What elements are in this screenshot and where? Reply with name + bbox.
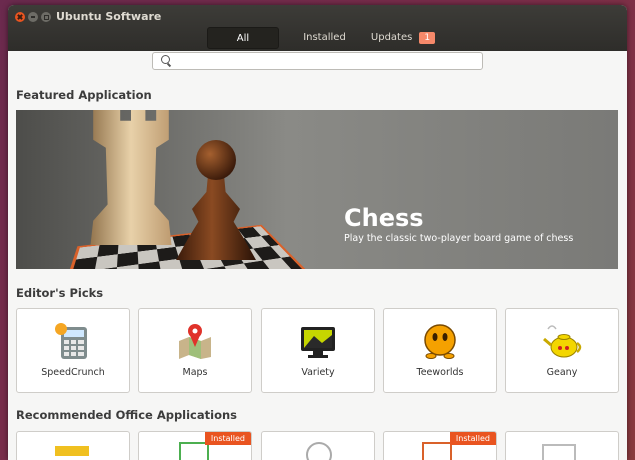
featured-app-title: Chess xyxy=(344,204,424,232)
search-box[interactable] xyxy=(152,52,483,70)
tab-all[interactable]: All xyxy=(207,27,279,49)
updates-count-badge: 1 xyxy=(419,32,435,44)
app-card-variety[interactable]: Variety xyxy=(261,308,375,393)
app-card-label: SpeedCrunch xyxy=(17,367,129,378)
editors-picks-grid: SpeedCrunch Maps Variety Teeworlds Geany xyxy=(16,308,618,393)
window-title: Ubuntu Software xyxy=(56,10,161,23)
recommended-card[interactable] xyxy=(261,431,375,460)
app-card-maps[interactable]: Maps xyxy=(138,308,252,393)
wallpaper-icon xyxy=(298,321,338,361)
minimize-icon[interactable] xyxy=(28,12,38,22)
app-card-label: Teeworlds xyxy=(384,367,496,378)
app-window: Ubuntu Software All Installed Updates 1 … xyxy=(8,5,627,460)
tab-updates-label: Updates xyxy=(371,27,412,49)
search-icon xyxy=(161,55,170,64)
app-card-label: Variety xyxy=(262,367,374,378)
installed-badge: Installed xyxy=(205,432,251,445)
recommended-card[interactable]: Installed xyxy=(138,431,252,460)
recommended-card[interactable]: Installed xyxy=(383,431,497,460)
app-card-label: Maps xyxy=(139,367,251,378)
installed-badge: Installed xyxy=(450,432,496,445)
editors-picks-title: Editor's Picks xyxy=(16,286,103,300)
app-icon xyxy=(422,442,452,460)
search-input[interactable] xyxy=(175,53,475,69)
rook-piece-image xyxy=(86,110,176,245)
app-icon xyxy=(306,442,332,460)
map-icon xyxy=(175,321,215,361)
maximize-icon[interactable] xyxy=(41,12,51,22)
featured-app-subtitle: Play the classic two-player board game o… xyxy=(344,233,573,244)
recommended-grid: Installed Installed xyxy=(16,431,618,460)
featured-section-title: Featured Application xyxy=(16,88,152,102)
app-card-teeworlds[interactable]: Teeworlds xyxy=(383,308,497,393)
calculator-icon xyxy=(53,321,93,361)
close-icon[interactable] xyxy=(15,12,25,22)
recommended-card[interactable] xyxy=(505,431,619,460)
app-icon xyxy=(55,446,89,456)
featured-banner[interactable]: Chess Play the classic two-player board … xyxy=(16,110,618,269)
recommended-card[interactable] xyxy=(16,431,130,460)
recommended-section-title: Recommended Office Applications xyxy=(16,408,237,422)
app-icon xyxy=(542,444,576,460)
pawn-piece-image xyxy=(176,175,256,260)
app-card-speedcrunch[interactable]: SpeedCrunch xyxy=(16,308,130,393)
title-bar: Ubuntu Software All Installed Updates 1 xyxy=(8,5,627,51)
view-tabs: All Installed Updates 1 xyxy=(207,27,438,49)
app-card-label: Geany xyxy=(506,367,618,378)
tab-updates[interactable]: Updates 1 xyxy=(368,27,438,49)
teapot-icon xyxy=(542,321,582,361)
pawn-head-image xyxy=(196,140,236,180)
smiley-icon xyxy=(420,321,460,361)
app-card-geany[interactable]: Geany xyxy=(505,308,619,393)
tab-installed[interactable]: Installed xyxy=(287,27,362,49)
